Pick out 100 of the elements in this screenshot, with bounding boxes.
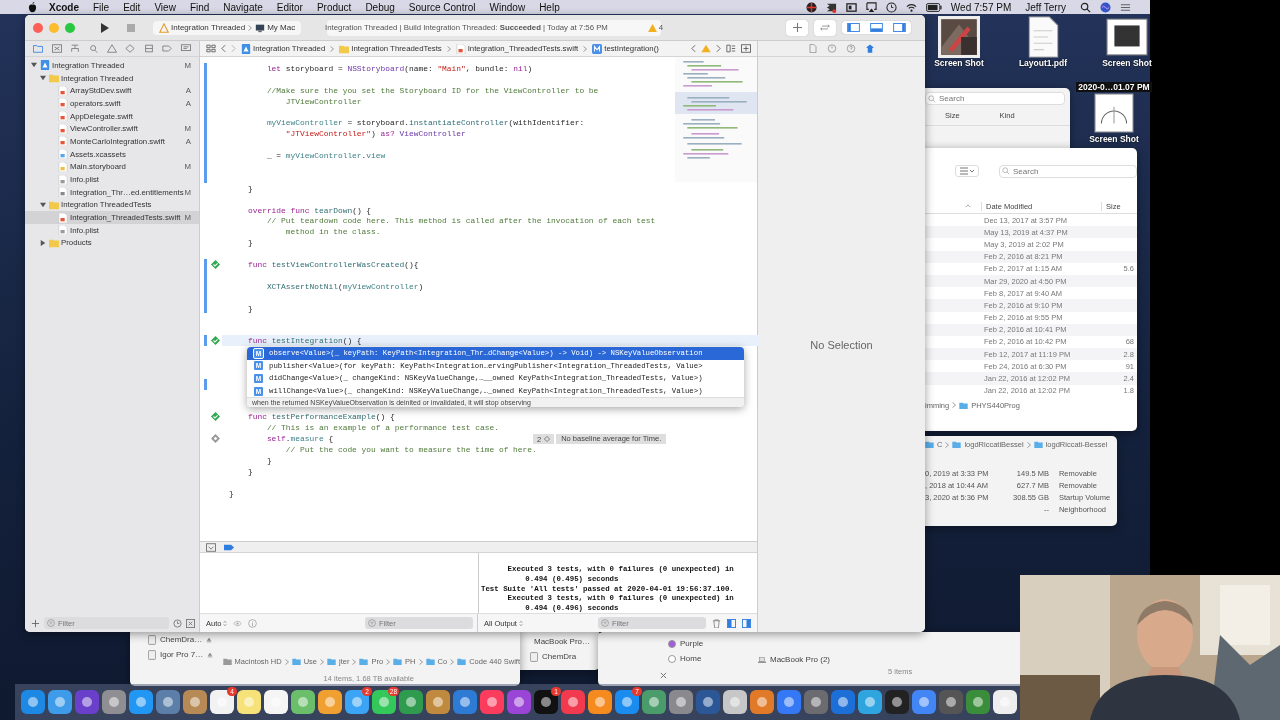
menu-item[interactable]: Edit <box>123 1 141 13</box>
source-control-icon[interactable] <box>51 44 62 53</box>
app-icon[interactable] <box>885 690 909 714</box>
clock-icon[interactable] <box>885 1 897 13</box>
test-diamond-icon[interactable] <box>211 434 220 444</box>
app-icon[interactable] <box>831 690 855 714</box>
app-icon[interactable] <box>561 690 585 714</box>
file-label[interactable]: Layout1.pdf <box>1018 58 1068 68</box>
file-label[interactable]: Screen Shot <box>934 58 984 68</box>
app-icon[interactable] <box>507 690 531 714</box>
menu-item[interactable]: Source Control <box>408 1 476 13</box>
app-icon[interactable] <box>21 690 45 714</box>
app-icon[interactable] <box>588 690 612 714</box>
app-icon[interactable] <box>966 690 990 714</box>
menu-item[interactable]: Find <box>189 1 210 13</box>
siri-icon[interactable] <box>1100 1 1111 13</box>
sidebar-item[interactable]: Home <box>680 654 702 663</box>
close-icon[interactable] <box>660 672 667 679</box>
menu-item[interactable]: View <box>154 1 176 13</box>
app-icon[interactable] <box>480 690 504 714</box>
airplay-icon[interactable] <box>865 1 877 13</box>
app-icon[interactable] <box>291 690 315 714</box>
app-icon[interactable] <box>426 690 450 714</box>
search-field[interactable]: Search <box>925 92 1065 105</box>
menu-clock[interactable]: Wed 7:57 PM <box>950 1 1012 13</box>
list-icon[interactable] <box>1120 1 1131 13</box>
file-label[interactable]: 2020-0…01.07 PM <box>1076 82 1152 92</box>
app-icon[interactable] <box>183 690 207 714</box>
file-label[interactable]: Screen Shot <box>1102 58 1152 68</box>
disclosure-icon[interactable] <box>40 201 46 208</box>
disclosure-icon[interactable] <box>40 239 46 246</box>
menu-item[interactable]: Product <box>316 1 352 13</box>
status-icon[interactable] <box>805 1 817 13</box>
app-icon[interactable] <box>642 690 666 714</box>
status-icon[interactable] <box>845 1 857 13</box>
scheme-selector[interactable]: Integration Threaded <box>159 22 246 33</box>
disclosure-icon[interactable] <box>31 62 37 69</box>
app-icon[interactable] <box>669 690 693 714</box>
screenshot-icon[interactable] <box>1106 16 1148 58</box>
chart-document-icon[interactable] <box>1093 92 1135 134</box>
menu-item[interactable]: File <box>93 1 110 13</box>
app-icon[interactable] <box>264 690 288 714</box>
app-icon[interactable] <box>804 690 828 714</box>
split-left-icon[interactable] <box>727 618 736 628</box>
sidebar-item[interactable]: MacBook Pro… <box>534 637 591 646</box>
eject-icon[interactable] <box>207 651 214 658</box>
app-icon[interactable] <box>453 690 477 714</box>
menu-item[interactable]: Debug <box>365 1 395 13</box>
add-editor-icon[interactable] <box>741 44 751 53</box>
app-icon[interactable] <box>48 690 72 714</box>
app-icon[interactable] <box>939 690 963 714</box>
app-icon[interactable] <box>858 690 882 714</box>
menu-item[interactable]: Help <box>539 1 560 13</box>
app-icon[interactable] <box>912 690 936 714</box>
attributes-icon[interactable] <box>865 44 875 53</box>
app-icon[interactable] <box>318 690 342 714</box>
app-icon[interactable] <box>750 690 774 714</box>
hide-debug-icon[interactable] <box>206 542 216 552</box>
wifi-icon[interactable] <box>905 1 917 13</box>
app-icon[interactable] <box>696 690 720 714</box>
trash-icon[interactable] <box>712 618 721 628</box>
back-icon[interactable] <box>221 44 226 53</box>
app-icon[interactable] <box>237 690 261 714</box>
menu-item[interactable]: Navigate <box>223 1 263 13</box>
debug-icon[interactable] <box>143 44 154 53</box>
app-icon[interactable] <box>777 690 801 714</box>
app-icon[interactable] <box>723 690 747 714</box>
search-icon[interactable] <box>1080 1 1091 13</box>
test-passed-icon[interactable] <box>211 336 220 346</box>
sidebar-item[interactable]: Igor Pro 7… <box>160 650 204 659</box>
hierarchy-icon[interactable] <box>70 44 81 53</box>
app-icon[interactable] <box>75 690 99 714</box>
test-passed-icon[interactable] <box>211 259 220 269</box>
previous-issue-icon[interactable] <box>691 44 696 53</box>
sidebar-item[interactable]: ChemDra <box>542 652 577 661</box>
search-field[interactable]: Search <box>999 164 1137 178</box>
next-issue-icon[interactable] <box>716 44 721 53</box>
battery-icon[interactable] <box>925 1 942 13</box>
folder-icon[interactable] <box>33 44 44 53</box>
app-icon[interactable] <box>129 690 153 714</box>
close-icon[interactable] <box>186 618 195 628</box>
eject-icon[interactable] <box>206 636 213 643</box>
path-item[interactable]: MacBook Pro (2) <box>770 655 831 664</box>
status-icon[interactable] <box>825 1 837 13</box>
breakpoints-icon[interactable] <box>224 542 234 552</box>
test-passed-icon[interactable] <box>211 412 220 422</box>
report-icon[interactable] <box>180 44 191 53</box>
user-name[interactable]: Jeff Terry <box>1025 1 1066 13</box>
menu-item[interactable]: Xcode <box>49 1 79 13</box>
add-button[interactable] <box>786 19 808 36</box>
destination-selector[interactable]: My Mac <box>255 22 296 33</box>
add-icon[interactable] <box>31 618 40 628</box>
menu-item[interactable]: Editor <box>276 1 303 13</box>
split-right-icon[interactable] <box>742 618 751 628</box>
warning-icon[interactable] <box>106 44 117 53</box>
close-button[interactable] <box>33 22 43 33</box>
app-icon[interactable] <box>399 690 423 714</box>
apple-icon[interactable] <box>28 1 37 13</box>
app-icon[interactable] <box>993 690 1017 714</box>
sidebar-item[interactable]: ChemDra… <box>160 635 203 644</box>
